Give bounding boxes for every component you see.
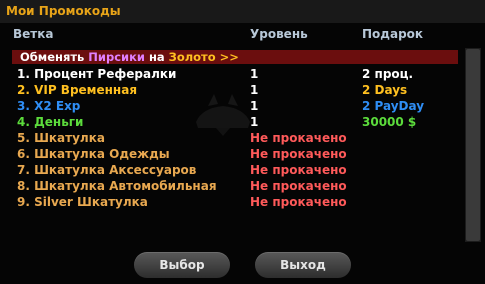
dialog-title: Мои Промокоды [6, 4, 121, 18]
promo-prefix: Обменять [20, 50, 89, 64]
row-branch: 7. Шкатулка Аксессуаров [17, 163, 197, 177]
list-item[interactable]: 9. Silver Шкатулка Не прокачено [0, 194, 460, 210]
row-level: Не прокачено [250, 147, 347, 161]
column-header-gift: Подарок [362, 27, 424, 41]
promocodes-dialog: Мои Промокоды Ветка Уровень Подарок Обме… [0, 0, 485, 284]
row-branch: 5. Шкатулка [17, 131, 105, 145]
row-level: Не прокачено [250, 131, 347, 145]
row-level: 1 [250, 83, 259, 97]
list-item[interactable]: 3. X2 Exp 1 2 PayDay [0, 98, 460, 114]
row-branch: 1. Процент Рефералки [17, 67, 177, 81]
row-gift: 2 Days [362, 83, 408, 97]
row-level: Не прокачено [250, 179, 347, 193]
row-branch: 6. Шкатулка Одежды [17, 147, 170, 161]
promo-from: Пирсики [88, 50, 145, 64]
list-item[interactable]: 6. Шкатулка Одежды Не прокачено [0, 146, 460, 162]
row-level: Не прокачено [250, 163, 347, 177]
list-item[interactable]: 5. Шкатулка Не прокачено [0, 130, 460, 146]
row-gift: 2 PayDay [362, 99, 425, 113]
exit-button[interactable]: Выход [255, 252, 351, 278]
list-item[interactable]: 8. Шкатулка Автомобильная Не прокачено [0, 178, 460, 194]
scrollbar-thumb[interactable] [466, 49, 480, 241]
row-branch: 2. VIP Временная [17, 83, 138, 97]
row-branch: 3. X2 Exp [17, 99, 81, 113]
promo-to: Золото [168, 50, 216, 64]
list-item[interactable]: 2. VIP Временная 1 2 Days [0, 82, 460, 98]
row-branch: 4. Деньги [17, 115, 84, 129]
row-gift: 2 проц. [362, 67, 414, 81]
row-level: 1 [250, 115, 259, 129]
row-gift: 30000 $ [362, 115, 417, 129]
list-item[interactable]: 1. Процент Рефералки 1 2 проц. [0, 66, 460, 82]
column-header-level: Уровень [250, 27, 308, 41]
promo-suffix: >> [215, 50, 239, 64]
exchange-promo-row[interactable]: Обменять Пирсики на Золото >> [12, 50, 458, 64]
row-level: 1 [250, 99, 259, 113]
select-button[interactable]: Выбор [134, 252, 230, 278]
row-branch: 9. Silver Шкатулка [17, 195, 148, 209]
list-item[interactable]: 7. Шкатулка Аксессуаров Не прокачено [0, 162, 460, 178]
list-item[interactable]: 4. Деньги 1 30000 $ [0, 114, 460, 130]
column-header-branch: Ветка [13, 27, 54, 41]
title-bar: Мои Промокоды [0, 0, 485, 23]
row-level: 1 [250, 67, 259, 81]
row-level: Не прокачено [250, 195, 347, 209]
promo-middle: на [144, 50, 169, 64]
row-branch: 8. Шкатулка Автомобильная [17, 179, 217, 193]
exchange-promo-text: Обменять Пирсики на Золото >> [20, 50, 239, 64]
